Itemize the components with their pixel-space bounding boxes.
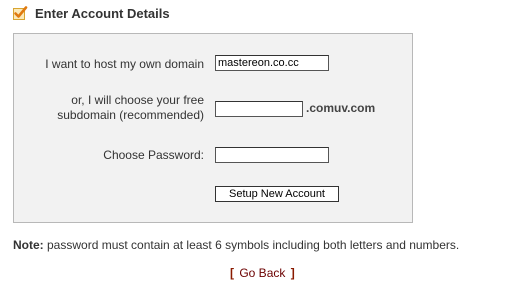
section-title: Enter Account Details: [35, 5, 170, 21]
subdomain-label: or, I will choose your free subdomain (r…: [34, 93, 204, 123]
password-input[interactable]: [215, 147, 329, 163]
note-label: Note:: [13, 238, 44, 252]
close-bracket: ]: [290, 266, 295, 280]
section-header: Enter Account Details: [12, 4, 170, 22]
subdomain-suffix: .comuv.com: [306, 101, 376, 115]
domain-input[interactable]: [215, 55, 329, 71]
subdomain-input[interactable]: [215, 101, 303, 117]
note-text: password must contain at least 6 symbols…: [43, 238, 460, 252]
subdomain-label-line2: subdomain (recommended): [57, 108, 204, 122]
account-form-panel: I want to host my own domain or, I will …: [13, 33, 413, 223]
password-label: Choose Password:: [103, 148, 204, 162]
checkmark-icon: [12, 5, 28, 21]
subdomain-label-line1: or, I will choose your free: [71, 93, 204, 107]
go-back-link[interactable]: Go Back: [239, 266, 285, 280]
go-back-container: [ Go Back ]: [230, 266, 295, 280]
password-note: Note: password must contain at least 6 s…: [13, 238, 459, 252]
open-bracket: [: [230, 266, 234, 280]
domain-label: I want to host my own domain: [45, 57, 204, 71]
setup-account-button[interactable]: Setup New Account: [215, 186, 339, 202]
